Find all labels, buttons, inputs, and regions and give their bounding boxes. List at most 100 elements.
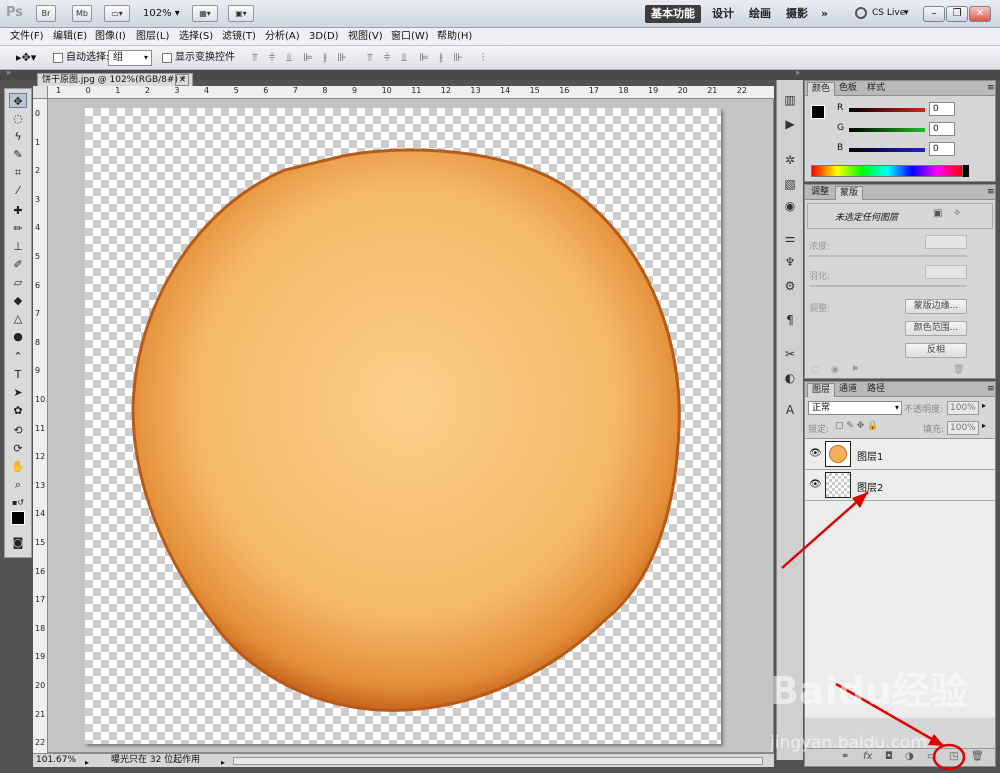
menu-file[interactable]: 文件(F) xyxy=(10,28,44,46)
auto-align-icon[interactable]: ⫶ xyxy=(477,52,489,64)
move-tool-icon[interactable]: ✥ xyxy=(9,93,27,108)
align-left-icon[interactable]: ⊫ xyxy=(302,52,314,64)
status-menu-arrow-icon[interactable]: ▸ xyxy=(221,756,225,769)
mini-bridge-button[interactable]: Mb xyxy=(72,5,92,22)
align-hcenter-icon[interactable]: ⫲ xyxy=(319,52,331,64)
invert-button[interactable]: 反相 xyxy=(905,343,967,358)
status-zoom[interactable]: 101.67% xyxy=(36,754,76,767)
pen-tool-icon[interactable]: ⌃ xyxy=(9,349,27,364)
tab-adjustments[interactable]: 调整 xyxy=(807,186,833,200)
menu-window[interactable]: 窗口(W) xyxy=(391,28,429,46)
zoom-level-dropdown[interactable]: 102% ▾ xyxy=(143,8,180,19)
history-panel-icon[interactable]: ◉ xyxy=(782,198,798,214)
more-workspaces-button[interactable]: » xyxy=(815,5,834,23)
clone-source-panel-icon[interactable]: ♆ xyxy=(782,254,798,270)
arrange-documents-button[interactable]: ▦▾ xyxy=(192,5,218,22)
marquee-tool-icon[interactable]: ◌ xyxy=(9,111,27,126)
tab-layers[interactable]: 图层 xyxy=(807,383,836,397)
fill-value[interactable]: 100% xyxy=(947,421,979,435)
distribute-top-icon[interactable]: ⫪ xyxy=(364,52,376,64)
new-group-icon[interactable]: ▭ xyxy=(927,751,936,762)
restore-button[interactable]: ❐ xyxy=(946,6,968,22)
eraser-tool-icon[interactable]: ▱ xyxy=(9,275,27,290)
blend-mode-dropdown[interactable]: 正常 ▾ xyxy=(808,401,902,415)
workspace-essentials[interactable]: 基本功能 xyxy=(645,5,701,23)
layer-2-name[interactable]: 图层2 xyxy=(857,479,883,494)
collapse-panels-icon[interactable]: » xyxy=(795,68,800,77)
align-right-icon[interactable]: ⊪ xyxy=(336,52,348,64)
distribute-bottom-icon[interactable]: ⫫ xyxy=(398,52,410,64)
delete-mask-icon[interactable]: 🗑 xyxy=(953,365,964,375)
visibility-eye-icon[interactable]: 👁 xyxy=(809,448,822,459)
mask-edge-button[interactable]: 蒙版边缘... xyxy=(905,299,967,314)
navigator-panel-icon[interactable]: ✲ xyxy=(782,152,798,168)
ruler-origin[interactable] xyxy=(33,86,48,99)
foreground-color-box[interactable] xyxy=(811,105,825,119)
panel-menu-icon[interactable]: ≡ xyxy=(983,82,999,96)
layer-row-2[interactable]: 👁 图层2 xyxy=(805,470,995,501)
paragraph-panel-icon[interactable]: ¶ xyxy=(782,312,798,328)
crop-tool-icon[interactable]: ⌗ xyxy=(9,165,27,180)
pixel-mask-icon[interactable]: ▣ xyxy=(933,208,942,219)
brush-tool-icon[interactable]: ✏ xyxy=(9,221,27,236)
menu-analysis[interactable]: 分析(A) xyxy=(265,28,300,46)
path-selection-tool-icon[interactable]: ➤ xyxy=(9,385,27,400)
visibility-eye-icon[interactable]: 👁 xyxy=(809,479,822,490)
menu-edit[interactable]: 编辑(E) xyxy=(53,28,87,46)
bridge-button[interactable]: Br xyxy=(36,5,56,22)
3d-orbit-tool-icon[interactable]: ⟳ xyxy=(9,441,27,456)
horizontal-scrollbar[interactable] xyxy=(233,757,763,765)
tab-swatches[interactable]: 色板 xyxy=(835,82,861,96)
screen-mode-button[interactable]: ▣▾ xyxy=(228,5,254,22)
cs-live-dropdown-icon[interactable]: ▾ xyxy=(904,8,909,18)
zoom-tool-icon[interactable]: ⌕ xyxy=(9,477,27,492)
canvas-transparent-background[interactable] xyxy=(85,108,721,744)
tab-channels[interactable]: 通道 xyxy=(835,383,861,397)
3d-panel-icon[interactable]: ✂ xyxy=(782,346,798,362)
channel-r-slider[interactable] xyxy=(849,108,925,112)
menu-image[interactable]: 图像(I) xyxy=(95,28,126,46)
status-info-icon[interactable]: ▸ xyxy=(85,756,89,769)
layer-1-name[interactable]: 图层1 xyxy=(857,448,883,463)
minimize-button[interactable]: – xyxy=(923,6,945,22)
menu-filter[interactable]: 滤镜(T) xyxy=(222,28,256,46)
history-brush-tool-icon[interactable]: ✐ xyxy=(9,257,27,272)
type-tool-icon[interactable]: T xyxy=(9,367,27,382)
distribute-right-icon[interactable]: ⊪ xyxy=(452,52,464,64)
delete-layer-icon[interactable]: 🗑 xyxy=(971,751,984,762)
vertical-ruler[interactable]: 0 1 2 3 4 5 6 7 8 9 10 11 12 13 14 15 16 17 18 19 20 21 22 xyxy=(33,99,48,753)
close-document-button[interactable]: × xyxy=(175,74,189,86)
align-bottom-icon[interactable]: ⫫ xyxy=(283,52,295,64)
default-colors-icon[interactable]: ▪↺ xyxy=(9,495,27,510)
show-transform-checkbox[interactable] xyxy=(162,53,172,63)
3d-rotate-tool-icon[interactable]: ⟲ xyxy=(9,423,27,438)
tab-paths[interactable]: 路径 xyxy=(863,383,889,397)
workspace-photography[interactable]: 摄影 xyxy=(780,5,814,23)
color-spectrum-bar[interactable] xyxy=(811,165,963,177)
quick-selection-tool-icon[interactable]: ✎ xyxy=(9,147,27,162)
align-top-icon[interactable]: ⫪ xyxy=(249,52,261,64)
tab-masks[interactable]: 蒙版 xyxy=(835,186,864,200)
quick-mask-icon[interactable]: ◙ xyxy=(9,535,27,550)
collapse-toolbox-icon[interactable]: » xyxy=(6,68,11,77)
density-slider[interactable] xyxy=(809,255,967,257)
channel-g-slider[interactable] xyxy=(849,128,925,132)
panel-menu-icon[interactable]: ≡ xyxy=(983,383,999,397)
clone-stamp-tool-icon[interactable]: ⊥ xyxy=(9,239,27,254)
cs-live-button[interactable]: CS Live xyxy=(872,8,905,18)
density-value[interactable] xyxy=(925,235,967,249)
tab-color[interactable]: 颜色 xyxy=(807,82,836,96)
dodge-tool-icon[interactable]: ● xyxy=(9,329,27,344)
channel-b-value[interactable]: 0 xyxy=(929,142,955,156)
opacity-arrow-icon[interactable]: ▸ xyxy=(982,401,986,410)
tab-styles[interactable]: 样式 xyxy=(863,82,889,96)
vector-mask-icon[interactable]: ✧ xyxy=(953,208,961,219)
auto-select-checkbox[interactable] xyxy=(53,53,63,63)
spot-healing-tool-icon[interactable]: ✚ xyxy=(9,203,27,218)
opacity-value[interactable]: 100% xyxy=(947,401,979,415)
channel-r-value[interactable]: 0 xyxy=(929,102,955,116)
move-tool-preset-picker[interactable]: ▸✥▾ xyxy=(16,51,36,64)
layer-row-1[interactable]: 👁 图层1 xyxy=(805,439,995,470)
spectrum-black-swatch[interactable] xyxy=(963,165,969,177)
auto-select-dropdown[interactable]: 组 ▾ xyxy=(108,50,152,66)
